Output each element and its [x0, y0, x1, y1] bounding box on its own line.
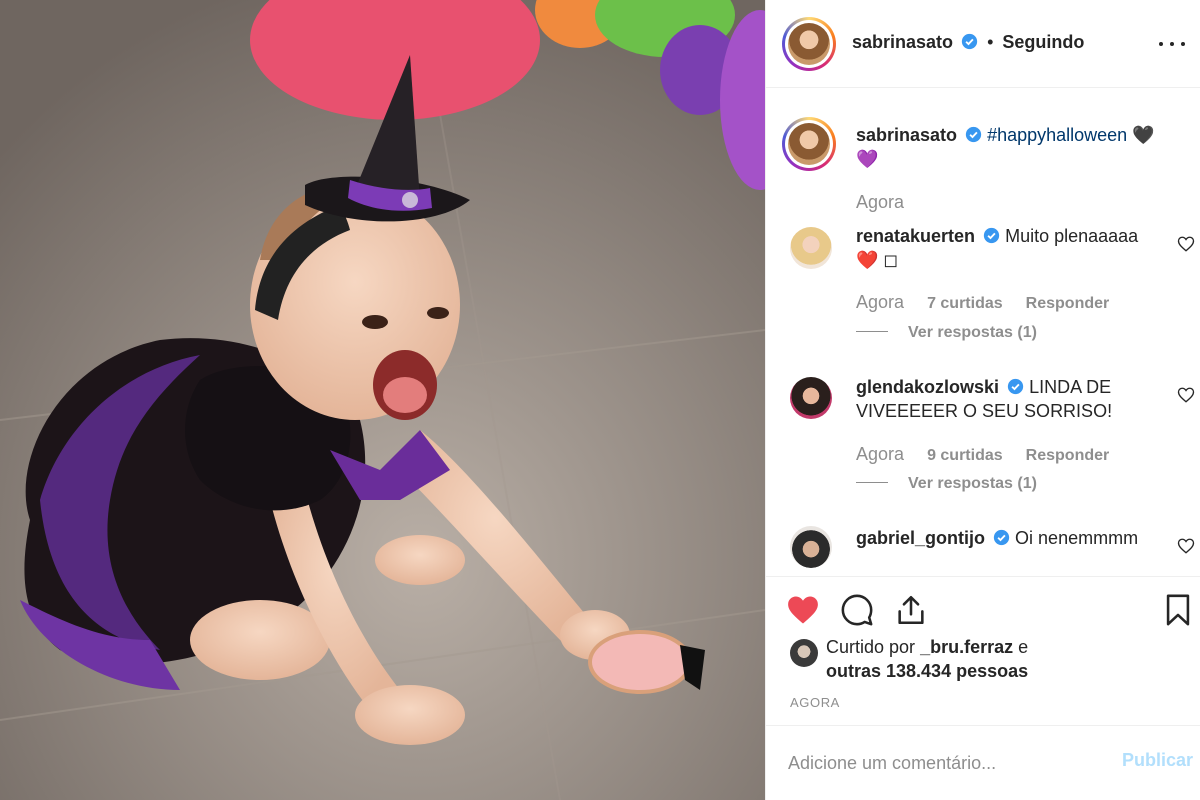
- separator-dot: •: [987, 32, 994, 52]
- reply-button[interactable]: Responder: [1026, 295, 1110, 312]
- share-arrow-icon[interactable]: [894, 593, 928, 627]
- more-options-icon[interactable]: [1157, 32, 1187, 56]
- liked-by-text: Curtido por _bru.ferraz e outras 138.434…: [826, 635, 1186, 683]
- caption-emoji: 🖤: [1132, 125, 1155, 145]
- comment-item: glendakozlowski LINDA DE VIVEEEEER O SEU…: [766, 374, 1200, 524]
- post-actions: Curtido por _bru.ferraz e outras 138.434…: [766, 576, 1200, 726]
- comment-like-icon[interactable]: [1177, 386, 1195, 404]
- comments-list[interactable]: sabrinasato #happyhalloween 🖤 💜 Agora re…: [766, 89, 1200, 576]
- view-replies-button[interactable]: Ver respostas (1): [856, 475, 1037, 493]
- bookmark-icon[interactable]: [1161, 593, 1195, 627]
- caption-avatar[interactable]: [782, 117, 836, 171]
- baby-halloween-photo: [0, 0, 765, 800]
- comment-text: gabriel_gontijo Oi nenemmmm: [856, 526, 1176, 550]
- liker-avatar[interactable]: [790, 639, 818, 667]
- commenter-avatar[interactable]: [790, 227, 832, 269]
- publish-button[interactable]: Publicar: [1122, 750, 1193, 771]
- comment-meta: Agora 7 curtidas Responder: [856, 292, 1109, 313]
- comment-likes-count[interactable]: 9 curtidas: [927, 447, 1003, 464]
- cookie: [588, 630, 692, 694]
- author-username[interactable]: sabrinasato: [852, 32, 953, 52]
- commenter-username[interactable]: renatakuerten: [856, 226, 975, 246]
- commenter-username[interactable]: glendakozlowski: [856, 377, 999, 397]
- view-replies-label: Ver respostas (1): [908, 475, 1037, 492]
- verified-badge-icon: [1007, 378, 1024, 395]
- comment-item: gabriel_gontijo Oi nenemmmm: [766, 524, 1200, 576]
- view-replies-button[interactable]: Ver respostas (1): [856, 324, 1037, 342]
- author-avatar[interactable]: [782, 17, 836, 71]
- liked-conj: e: [1018, 637, 1029, 657]
- comment-like-icon[interactable]: [1177, 235, 1195, 253]
- comment-bubble-icon[interactable]: [840, 593, 874, 627]
- comment-item: renatakuerten Muito plenaaaaa ❤️ ◻ Agora…: [766, 224, 1200, 374]
- likes-count[interactable]: outras 138.434 pessoas: [826, 661, 1028, 681]
- verified-badge-icon: [983, 227, 1000, 244]
- verified-badge-icon: [993, 529, 1010, 546]
- comment-input[interactable]: [788, 748, 1108, 778]
- comment-text: glendakozlowski LINDA DE VIVEEEEER O SEU…: [856, 375, 1176, 423]
- caption: sabrinasato #happyhalloween 🖤 💜 Agora: [766, 89, 1200, 224]
- commenter-avatar[interactable]: [790, 377, 832, 419]
- comment-body-line2: ❤️ ◻: [856, 250, 899, 270]
- comment-meta: Agora 9 curtidas Responder: [856, 444, 1109, 465]
- comment-text: renatakuerten Muito plenaaaaa ❤️ ◻: [856, 224, 1176, 272]
- comment-body: Oi nenemmmm: [1015, 528, 1139, 548]
- post-photo[interactable]: [0, 0, 765, 800]
- view-replies-label: Ver respostas (1): [908, 324, 1037, 341]
- caption-emoji-line2: 💜: [856, 149, 879, 169]
- comment-likes-count[interactable]: 7 curtidas: [927, 295, 1003, 312]
- comment-body: Muito plenaaaaa: [1005, 226, 1139, 246]
- caption-username[interactable]: sabrinasato: [856, 125, 957, 145]
- caption-time-text: Agora: [856, 192, 905, 212]
- commenter-avatar[interactable]: [790, 526, 832, 568]
- header-info: sabrinasato • Seguindo: [852, 32, 1084, 53]
- reply-button[interactable]: Responder: [1026, 447, 1110, 464]
- caption-text: sabrinasato #happyhalloween 🖤 💜: [856, 123, 1176, 171]
- following-button[interactable]: Seguindo: [1002, 32, 1084, 52]
- comment-time: Agora: [856, 292, 905, 312]
- post-side-panel: sabrinasato • Seguindo sabrinasato #happ…: [765, 0, 1200, 800]
- liker-username[interactable]: _bru.ferraz: [920, 637, 1013, 657]
- add-comment-bar: Publicar: [766, 725, 1200, 800]
- hashtag-link[interactable]: #happyhalloween: [987, 125, 1127, 145]
- comment-like-icon[interactable]: [1177, 537, 1195, 555]
- post-header: sabrinasato • Seguindo: [766, 0, 1200, 88]
- verified-badge-icon: [965, 126, 982, 143]
- post-timestamp: AGORA: [790, 695, 840, 710]
- comment-time: Agora: [856, 444, 905, 464]
- verified-badge-icon: [961, 33, 978, 50]
- commenter-username[interactable]: gabriel_gontijo: [856, 528, 985, 548]
- heart-filled-icon[interactable]: [786, 593, 820, 627]
- liked-prefix: Curtido por: [826, 637, 916, 657]
- caption-time: Agora: [856, 192, 904, 213]
